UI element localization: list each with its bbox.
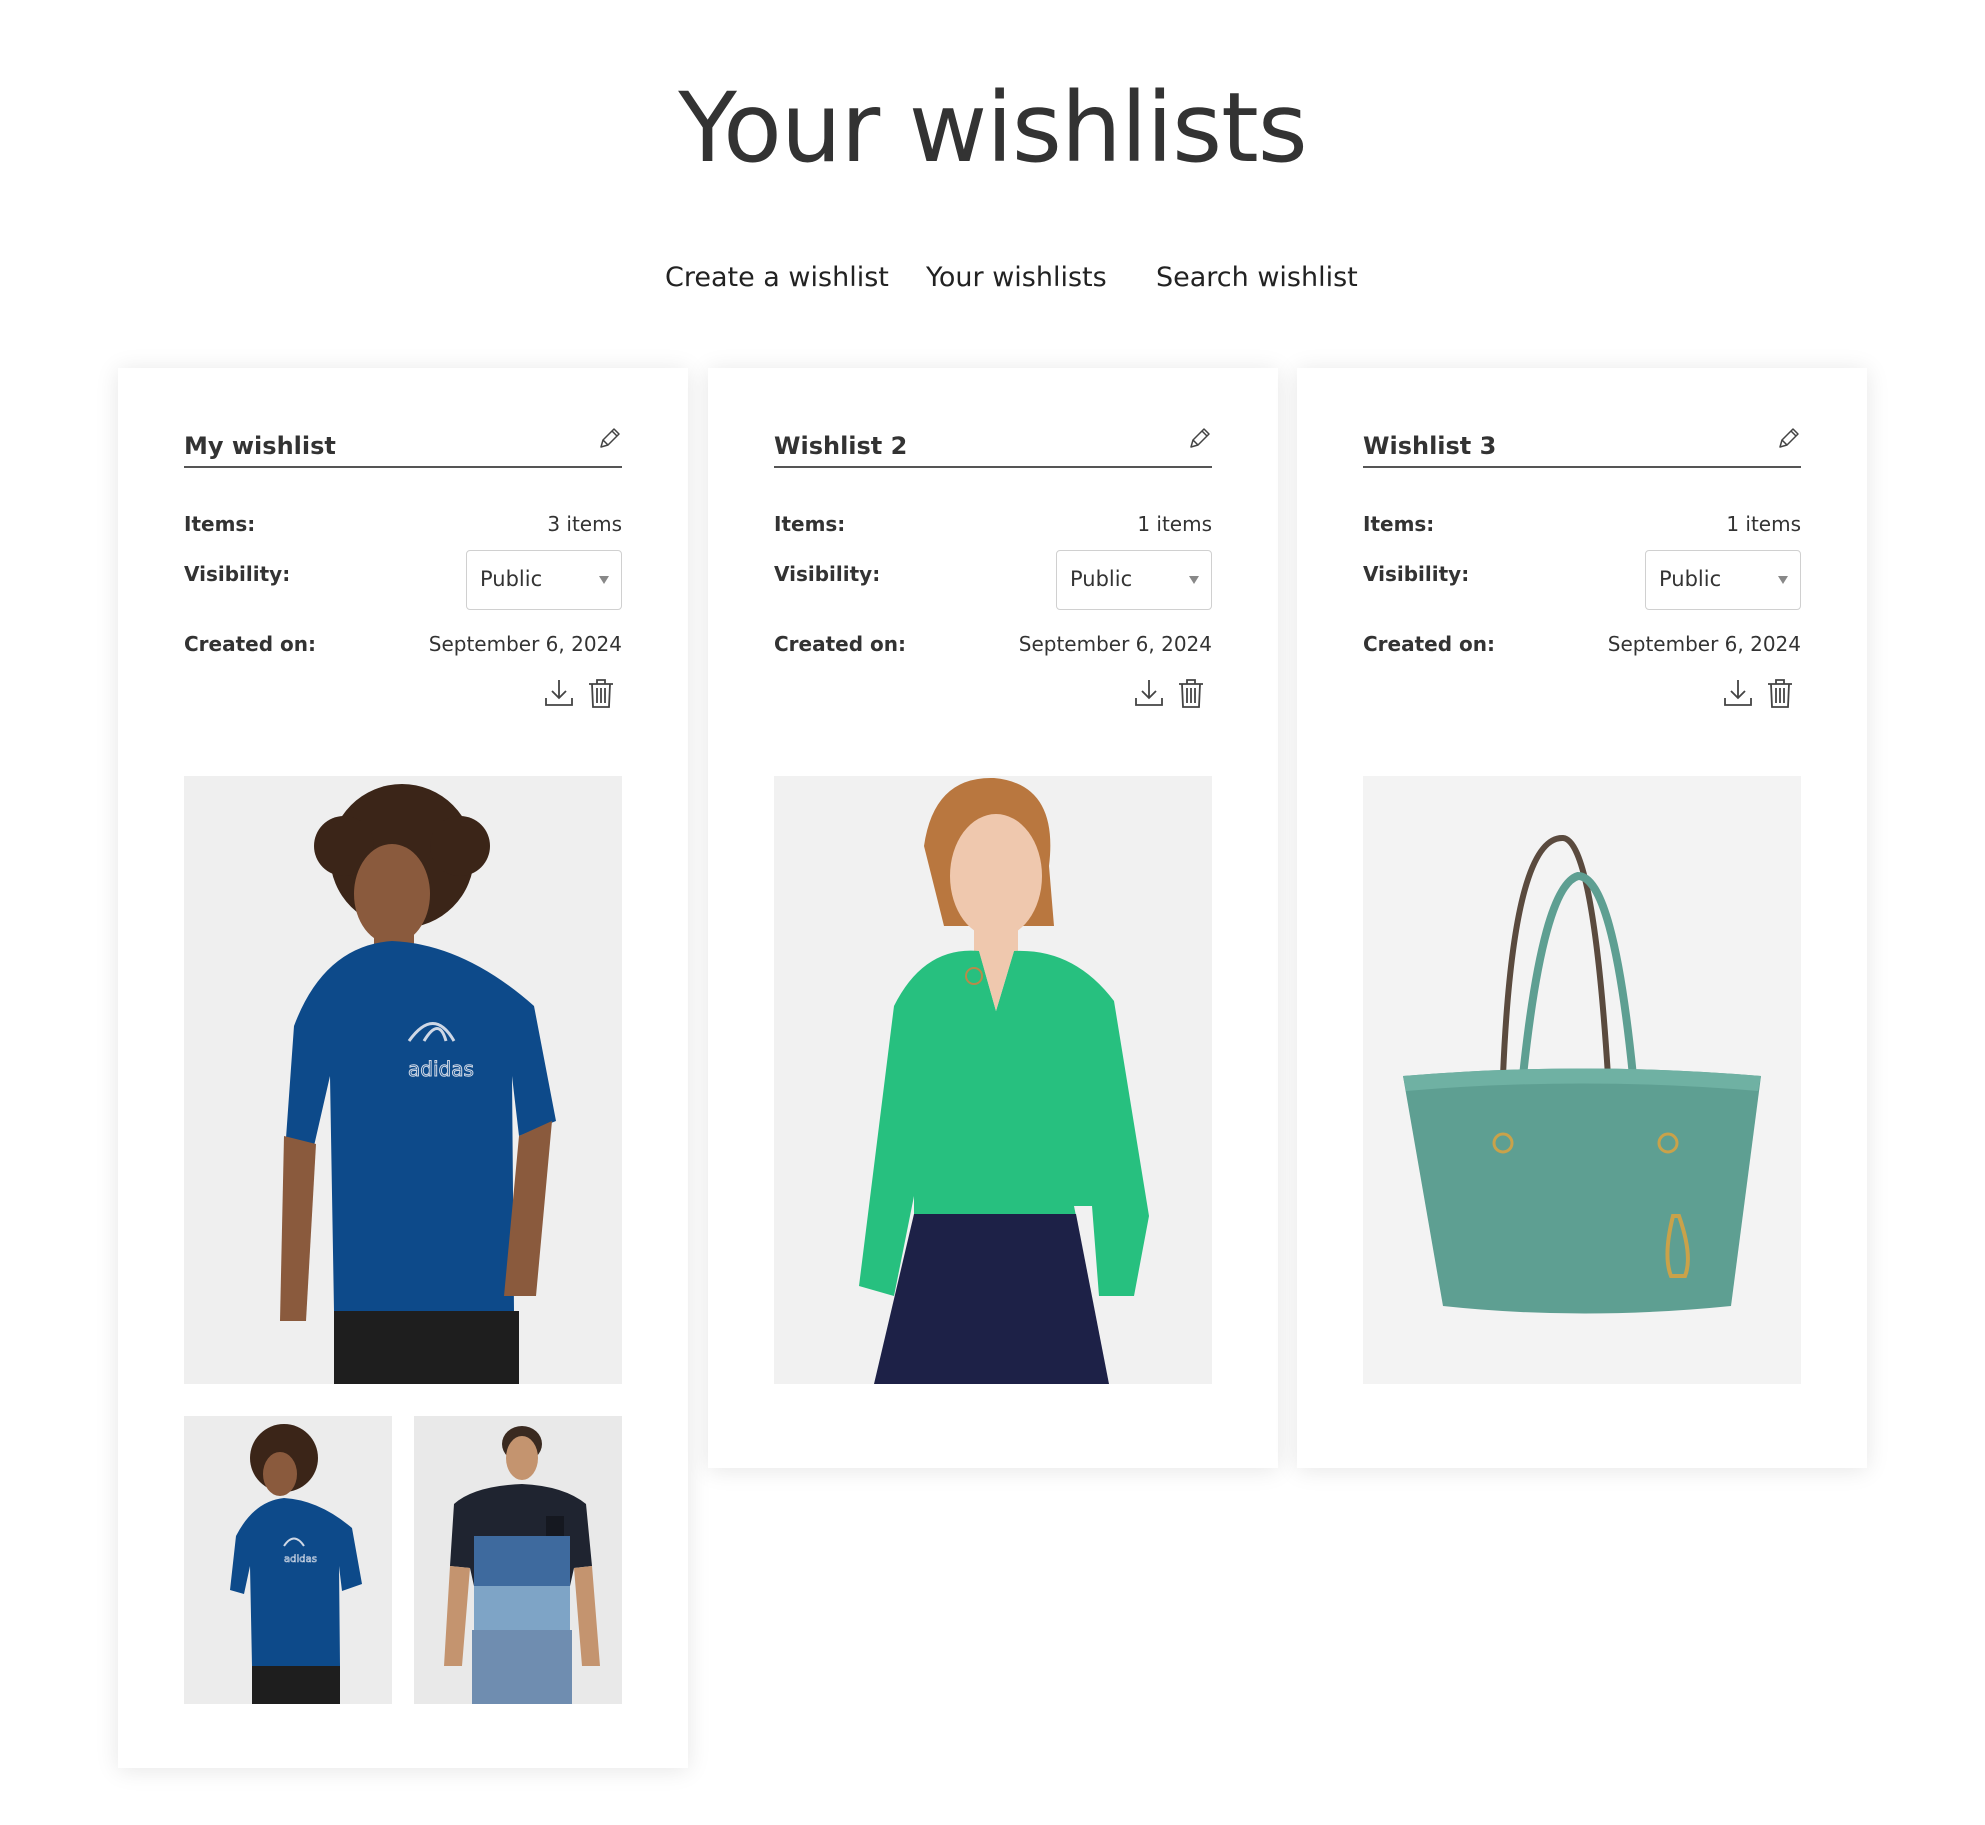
- nav-search-wishlist[interactable]: Search wishlist: [1156, 262, 1358, 293]
- wishlist-card: My wishlist Items: 3 items Visibility: P…: [118, 368, 688, 1768]
- wishlist-name[interactable]: Wishlist 3: [1363, 432, 1496, 460]
- product-image[interactable]: adidas: [184, 776, 622, 1384]
- visibility-value: Public: [1070, 567, 1133, 591]
- wishlist-actions: [1721, 676, 1801, 712]
- created-label: Created on:: [774, 632, 906, 656]
- wishlist-name[interactable]: Wishlist 2: [774, 432, 907, 460]
- pencil-icon[interactable]: [596, 426, 622, 452]
- created-date: September 6, 2024: [428, 632, 622, 656]
- wishlist-card: Wishlist 2 Items: 1 items Visibility: Pu…: [708, 368, 1278, 1468]
- page-title: Your wishlists: [678, 72, 1308, 184]
- wishlist-nav: Create a wishlist Your wishlists Search …: [0, 262, 1985, 302]
- trash-icon[interactable]: [584, 676, 618, 710]
- product-image[interactable]: [1363, 776, 1801, 1384]
- product-thumbnail[interactable]: [414, 1416, 622, 1704]
- visibility-value: Public: [480, 567, 543, 591]
- pencil-icon[interactable]: [1186, 426, 1212, 452]
- pencil-icon[interactable]: [1775, 426, 1801, 452]
- caret-down-icon: [1778, 576, 1788, 584]
- visibility-label: Visibility:: [184, 562, 291, 586]
- visibility-select[interactable]: Public: [1645, 550, 1801, 610]
- product-image[interactable]: [774, 776, 1212, 1384]
- caret-down-icon: [599, 576, 609, 584]
- wishlist-name-row: My wishlist: [184, 426, 622, 468]
- items-row: Items: 3 items: [184, 512, 622, 542]
- created-row: Created on: September 6, 2024: [774, 632, 1212, 662]
- created-date: September 6, 2024: [1018, 632, 1212, 656]
- visibility-value: Public: [1659, 567, 1722, 591]
- items-count: 1 items: [1137, 512, 1212, 536]
- visibility-select[interactable]: Public: [1056, 550, 1212, 610]
- wishlist-name-row: Wishlist 2: [774, 426, 1212, 468]
- items-label: Items:: [184, 512, 256, 536]
- wishlist-name-row: Wishlist 3: [1363, 426, 1801, 468]
- caret-down-icon: [1189, 576, 1199, 584]
- created-label: Created on:: [184, 632, 316, 656]
- nav-create-wishlist[interactable]: Create a wishlist: [665, 262, 889, 293]
- items-label: Items:: [1363, 512, 1435, 536]
- items-row: Items: 1 items: [774, 512, 1212, 542]
- wishlist-actions: [1132, 676, 1212, 712]
- download-icon[interactable]: [1132, 676, 1166, 710]
- created-date: September 6, 2024: [1607, 632, 1801, 656]
- created-row: Created on: September 6, 2024: [1363, 632, 1801, 662]
- visibility-label: Visibility:: [1363, 562, 1470, 586]
- svg-text:adidas: adidas: [408, 1057, 474, 1081]
- download-icon[interactable]: [1721, 676, 1755, 710]
- items-count: 3 items: [547, 512, 622, 536]
- items-count: 1 items: [1726, 512, 1801, 536]
- product-thumbnail[interactable]: adidas: [184, 1416, 392, 1704]
- items-row: Items: 1 items: [1363, 512, 1801, 542]
- created-label: Created on:: [1363, 632, 1495, 656]
- visibility-label: Visibility:: [774, 562, 881, 586]
- trash-icon[interactable]: [1763, 676, 1797, 710]
- visibility-select[interactable]: Public: [466, 550, 622, 610]
- created-row: Created on: September 6, 2024: [184, 632, 622, 662]
- wishlist-name[interactable]: My wishlist: [184, 432, 336, 460]
- nav-your-wishlists[interactable]: Your wishlists: [926, 262, 1107, 293]
- items-label: Items:: [774, 512, 846, 536]
- trash-icon[interactable]: [1174, 676, 1208, 710]
- svg-text:adidas: adidas: [284, 1554, 317, 1565]
- download-icon[interactable]: [542, 676, 576, 710]
- wishlist-card: Wishlist 3 Items: 1 items Visibility: Pu…: [1297, 368, 1867, 1468]
- wishlist-actions: [542, 676, 622, 712]
